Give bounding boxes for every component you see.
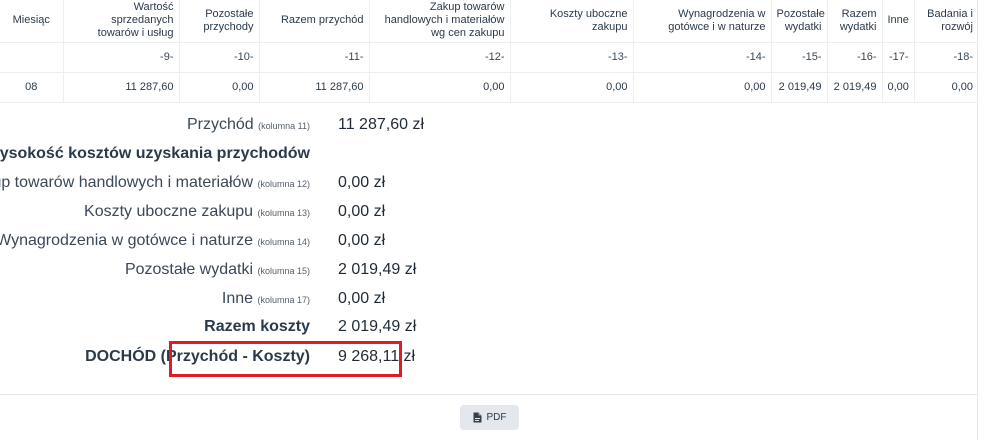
- summary-value: 2 019,49 zł: [338, 261, 417, 278]
- summary-value: 0,00 zł: [338, 174, 386, 191]
- table-cell: 0,00: [510, 72, 634, 103]
- column-header: Razem wydatki: [827, 0, 883, 43]
- column-ref: (kolumna 15): [257, 266, 310, 276]
- column-header: Miesiąc: [0, 0, 64, 43]
- column-ref: (kolumna 12): [257, 179, 310, 189]
- column-number: [0, 42, 64, 73]
- table-cell: 0,00: [882, 72, 915, 103]
- pdf-button-label: PDF: [486, 412, 507, 423]
- column-number: -12-: [369, 42, 511, 73]
- summary-total-costs-row: Razem koszty 2 019,49 zł: [0, 318, 560, 336]
- column-header: Wartość sprzedanych towarów i usług: [63, 0, 180, 43]
- column-ref: (kolumna 11): [258, 121, 310, 131]
- column-number: -14-: [633, 42, 772, 73]
- file-pdf-icon: [473, 412, 482, 423]
- column-header: Razem przychód: [259, 0, 370, 43]
- table-row: 08 11 287,60 0,00 11 287,60 0,00 0,00 0,…: [0, 72, 978, 103]
- summary-side-costs-row: Koszty uboczne zakupu (kolumna 13) 0,00 …: [0, 203, 560, 221]
- table-cell: 11 287,60: [63, 72, 180, 103]
- table-cell: 2 019,49: [771, 72, 828, 103]
- summary-label: Koszty uboczne zakupu: [84, 203, 254, 220]
- column-number: -9-: [63, 42, 180, 73]
- table-cell: 0,00: [179, 72, 260, 103]
- summary-label: Przychód: [186, 116, 254, 133]
- column-header: Badania i rozwój: [914, 0, 978, 43]
- column-header: Pozostałe przychody: [179, 0, 260, 43]
- column-header: Wynagrodzenia w gotówce i w naturze: [633, 0, 772, 43]
- summary-value: 0,00 zł: [338, 290, 386, 307]
- table-header-row: Miesiąc Wartość sprzedanych towarów i us…: [0, 0, 978, 43]
- column-number: -15-: [771, 42, 828, 73]
- column-header: Zakup towarów handlowych i materiałów wg…: [369, 0, 511, 43]
- summary-value: 2 019,49 zł: [338, 318, 417, 335]
- summary-salaries-row: Wynagrodzenia w gotówce i naturze (kolum…: [0, 232, 560, 250]
- column-number: -11-: [259, 42, 370, 73]
- summary-value: 11 287,60 zł: [338, 116, 424, 133]
- summary-label: Zakup towarów handlowych i materiałów: [0, 174, 254, 191]
- column-number: -18-: [914, 42, 978, 73]
- summary-value: 0,00 zł: [338, 203, 386, 220]
- costs-heading-row: Wysokość kosztów uzyskania przychodów: [0, 145, 560, 163]
- column-number: -17-: [882, 42, 915, 73]
- column-ref: (kolumna 17): [257, 295, 310, 305]
- column-number-row: -9- -10- -11- -12- -13- -14- -15- -16- -…: [0, 42, 978, 73]
- costs-heading: Wysokość kosztów uzyskania przychodów: [0, 145, 310, 162]
- ledger-table: Miesiąc Wartość sprzedanych towarów i us…: [0, 0, 978, 103]
- summary-label: Wynagrodzenia w gotówce i naturze: [0, 232, 254, 249]
- table-cell: 0,00: [914, 72, 978, 103]
- column-number: -13-: [510, 42, 634, 73]
- income-highlight-box: [169, 341, 402, 377]
- column-number: -16-: [827, 42, 883, 73]
- column-ref: (kolumna 14): [257, 237, 310, 247]
- table-cell: 2 019,49: [827, 72, 883, 103]
- ledger-panel: Miesiąc Wartość sprzedanych towarów i us…: [0, 0, 978, 440]
- table-cell: 11 287,60: [259, 72, 370, 103]
- column-header: Pozostałe wydatki: [771, 0, 828, 43]
- summary-other-expenses-row: Pozostałe wydatki (kolumna 15) 2 019,49 …: [0, 261, 560, 279]
- summary-value: 0,00 zł: [338, 232, 386, 249]
- column-number: -10-: [179, 42, 260, 73]
- summary-purchase-row: Zakup towarów handlowych i materiałów (k…: [0, 174, 560, 192]
- summary-label: Razem koszty: [204, 318, 310, 335]
- pdf-button[interactable]: PDF: [460, 405, 519, 430]
- footer-divider: [0, 394, 978, 395]
- summary-other-row: Inne (kolumna 17) 0,00 zł: [0, 290, 560, 308]
- summary-label: Pozostałe wydatki: [124, 261, 254, 278]
- column-ref: (kolumna 13): [257, 208, 310, 218]
- column-header: Inne: [882, 0, 915, 43]
- table-cell: 0,00: [633, 72, 772, 103]
- table-cell: 0,00: [369, 72, 511, 103]
- column-header: Koszty uboczne zakupu: [510, 0, 634, 43]
- summary-label: Inne: [221, 290, 254, 307]
- summary-revenue-row: Przychód (kolumna 11) 11 287,60 zł: [0, 116, 560, 134]
- cell-month: 08: [0, 72, 64, 103]
